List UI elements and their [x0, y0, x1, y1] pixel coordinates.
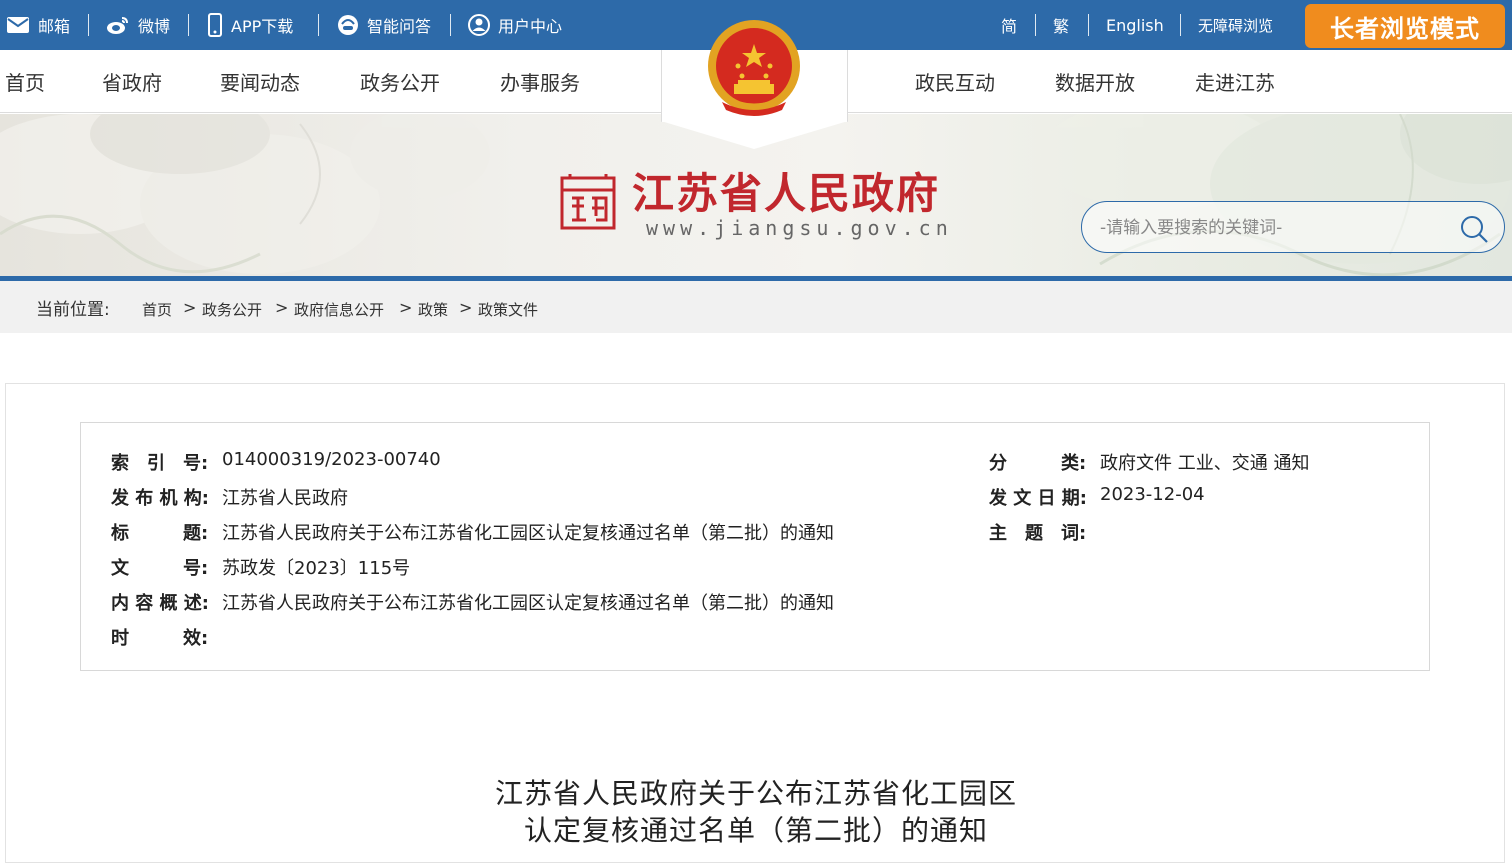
- divider: [88, 14, 89, 36]
- breadcrumb: 当前位置: 首页 > 政务公开 > 政府信息公开 > 政策 > 政策文件: [0, 281, 1512, 333]
- document-number-label: 文 号:: [111, 558, 209, 579]
- issue-date-label: 发 文 日 期:: [989, 488, 1087, 509]
- site-url: www.jiangsu.gov.cn: [646, 216, 953, 240]
- user-icon: [468, 14, 490, 36]
- breadcrumb-separator: >: [275, 298, 289, 317]
- nav-item-open-data[interactable]: 数据开放: [1055, 50, 1135, 113]
- document-title-line-2: 认定复核通过名单（第二批）的通知: [523, 814, 988, 847]
- divider: [1180, 14, 1181, 36]
- nav-item-interaction[interactable]: 政民互动: [915, 50, 995, 113]
- weibo-icon: [106, 15, 130, 35]
- validity-label: 时 效:: [111, 628, 209, 649]
- title-value: 江苏省人民政府关于公布江苏省化工园区认定复核通过名单（第二批）的通知: [222, 523, 834, 544]
- breadcrumb-separator: >: [459, 298, 473, 317]
- jiangsu-logo-icon: [560, 174, 616, 230]
- breadcrumb-policy[interactable]: 政策: [418, 299, 448, 320]
- nav-item-news[interactable]: 要闻动态: [220, 50, 300, 113]
- category-value: 政府文件 工业、交通 通知: [1100, 453, 1310, 474]
- document-metadata-table: 索 引 号: 014000319/2023-00740 发 布 机 构: 江苏省…: [80, 422, 1430, 671]
- summary-label: 内 容 概 述:: [111, 593, 209, 614]
- nav-item-services[interactable]: 办事服务: [500, 50, 580, 113]
- smart-qa-label: 智能问答: [367, 17, 432, 36]
- search-box: [1081, 201, 1505, 253]
- national-emblem-icon[interactable]: [704, 18, 804, 122]
- english-link[interactable]: English: [1106, 0, 1164, 50]
- divider: [1035, 14, 1036, 36]
- user-center-label: 用户中心: [498, 17, 563, 36]
- smart-qa-link[interactable]: 智能问答: [337, 0, 431, 50]
- divider: [188, 14, 189, 36]
- simplified-chinese-link[interactable]: 简: [1001, 0, 1017, 50]
- user-center-link[interactable]: 用户中心: [468, 0, 562, 50]
- breadcrumb-government-affairs[interactable]: 政务公开: [202, 299, 262, 320]
- index-number-value: 014000319/2023-00740: [222, 449, 441, 470]
- divider: [318, 14, 319, 36]
- site-name: 江苏省人民政府: [632, 169, 941, 218]
- subject-words-label: 主 题 词:: [989, 523, 1087, 544]
- nav-item-about-jiangsu[interactable]: 走进江苏: [1195, 50, 1275, 113]
- document-title-line-1: 江苏省人民政府关于公布江苏省化工园区: [494, 777, 1017, 810]
- issue-date-value: 2023-12-04: [1100, 484, 1205, 505]
- title-label: 标 题:: [111, 523, 209, 544]
- search-icon[interactable]: [1459, 214, 1489, 244]
- emblem-tab-point: [661, 121, 848, 149]
- nav-item-province-government[interactable]: 省政府: [102, 50, 162, 113]
- index-number-label: 索 引 号:: [111, 453, 209, 474]
- breadcrumb-home[interactable]: 首页: [142, 299, 172, 320]
- mail-icon: [6, 16, 30, 34]
- mail-label: 邮箱: [38, 17, 71, 36]
- divider: [1088, 14, 1089, 36]
- summary-value: 江苏省人民政府关于公布江苏省化工园区认定复核通过名单（第二批）的通知: [222, 593, 834, 614]
- document-number-value: 苏政发〔2023〕115号: [222, 558, 411, 579]
- divider: [450, 14, 451, 36]
- breadcrumb-separator: >: [183, 298, 197, 317]
- chat-bot-icon: [337, 14, 359, 36]
- elder-mode-button[interactable]: 长者浏览模式: [1305, 4, 1505, 48]
- search-input[interactable]: [1100, 214, 1440, 242]
- nav-item-home[interactable]: 首页: [5, 50, 45, 113]
- mobile-phone-icon: [207, 13, 223, 37]
- accessible-browsing-link[interactable]: 无障碍浏览: [1198, 0, 1273, 50]
- weibo-label: 微博: [138, 17, 171, 36]
- mail-link[interactable]: 邮箱: [6, 0, 70, 50]
- breadcrumb-info-disclosure[interactable]: 政府信息公开: [294, 299, 384, 320]
- breadcrumb-label: 当前位置:: [36, 300, 110, 320]
- breadcrumb-policy-documents[interactable]: 政策文件: [478, 299, 538, 320]
- publisher-value: 江苏省人民政府: [222, 488, 348, 509]
- traditional-chinese-link[interactable]: 繁: [1053, 0, 1069, 50]
- publisher-label: 发 布 机 构:: [111, 488, 209, 509]
- category-label: 分 类:: [989, 453, 1087, 474]
- app-download-label: APP下载: [231, 17, 294, 36]
- weibo-link[interactable]: 微博: [106, 0, 170, 50]
- breadcrumb-separator: >: [399, 298, 413, 317]
- app-download-link[interactable]: APP下载: [207, 0, 293, 50]
- nav-item-government-affairs[interactable]: 政务公开: [360, 50, 440, 113]
